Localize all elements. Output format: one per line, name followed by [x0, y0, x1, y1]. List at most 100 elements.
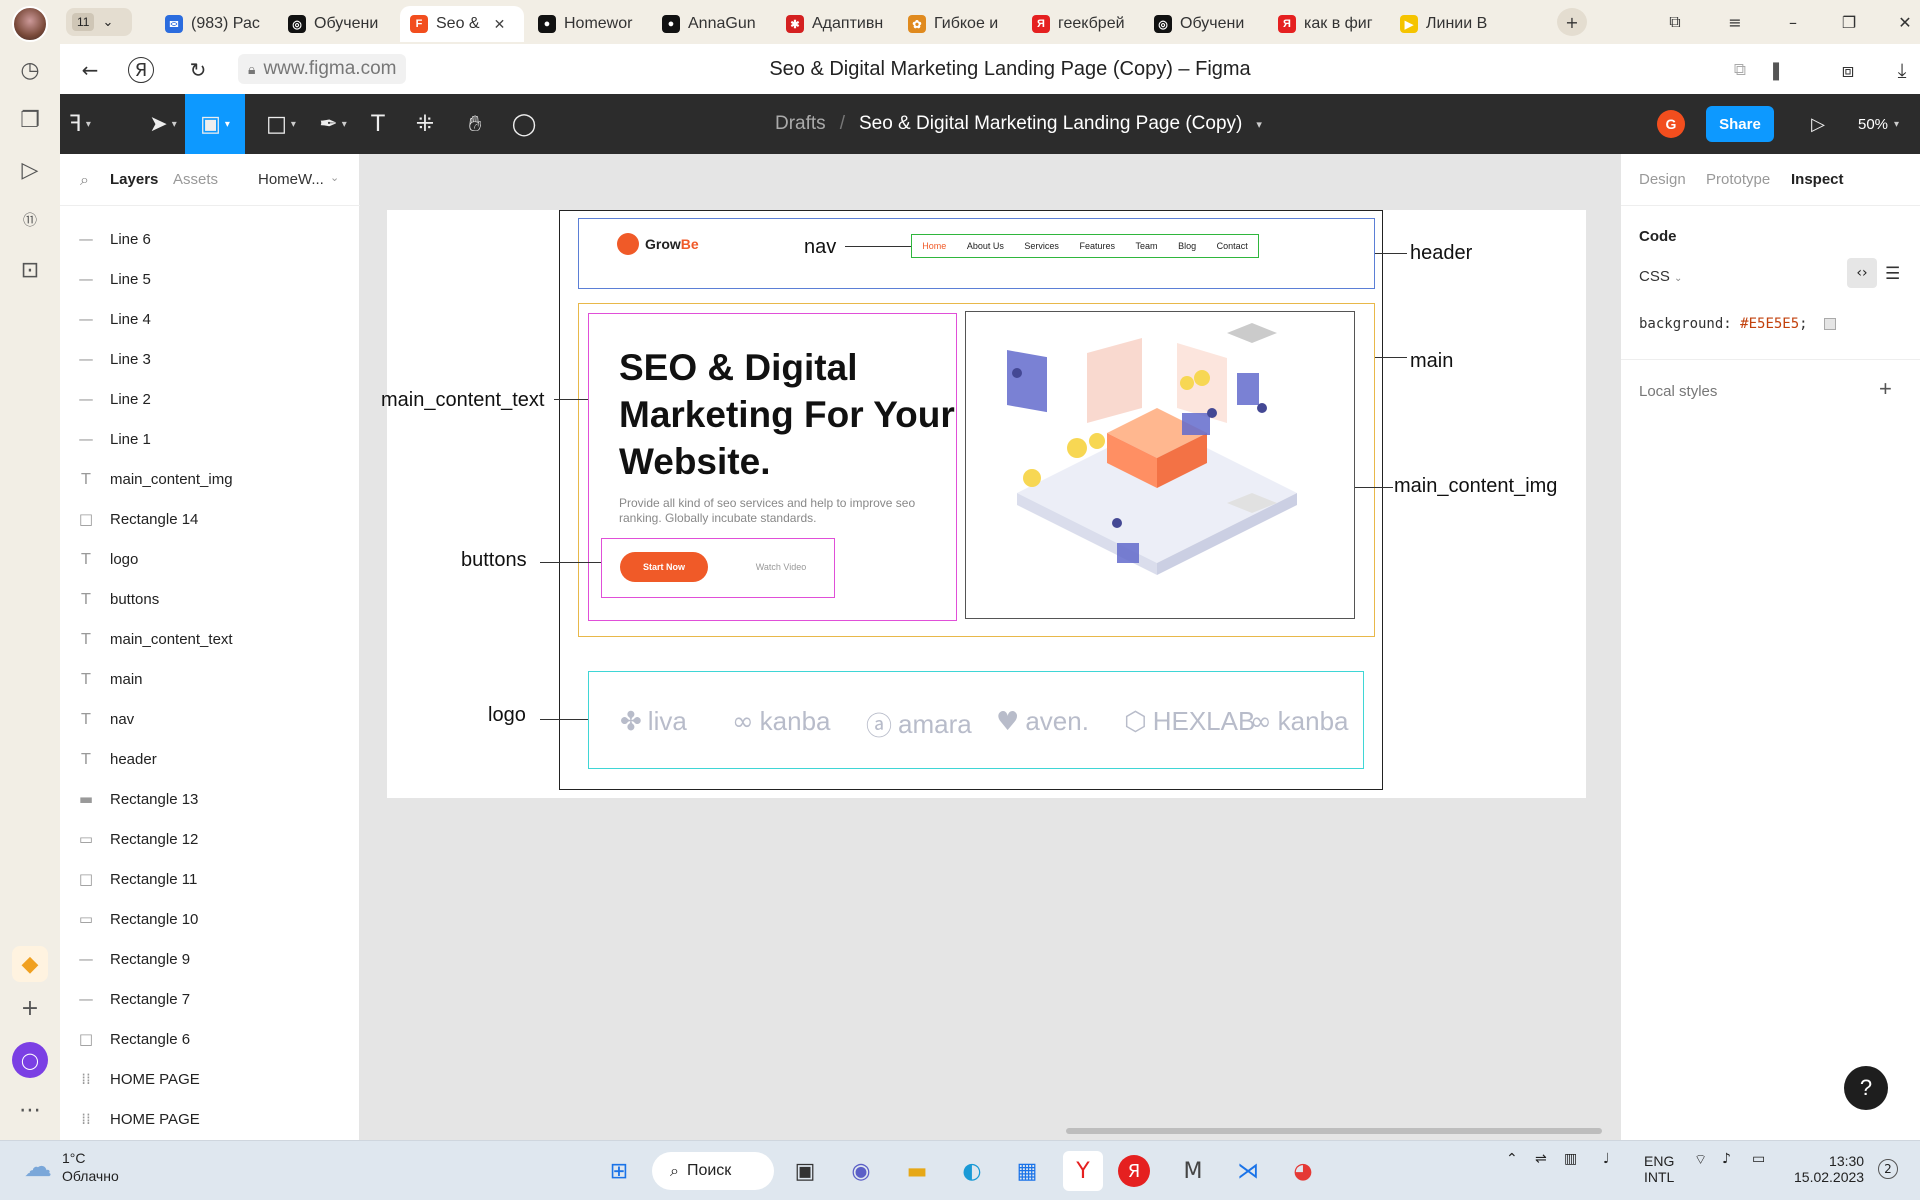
tabs-count-icon[interactable]: ⑪ — [12, 202, 48, 238]
tab-design[interactable]: Design — [1639, 171, 1686, 188]
tab-assets[interactable]: Assets — [173, 171, 218, 188]
close-window-icon[interactable]: ✕ — [1890, 8, 1920, 36]
layer-row[interactable]: — Line 1 — [60, 419, 360, 459]
horizontal-scrollbar[interactable] — [1066, 1128, 1602, 1134]
layer-row[interactable]: Tmain_content_img — [60, 459, 360, 499]
minimize-icon[interactable]: – — [1778, 8, 1808, 36]
pen-tool-icon[interactable]: ✒ ▾ — [310, 94, 356, 154]
collections-icon[interactable]: ❐ — [12, 102, 48, 138]
notifications-badge[interactable]: 2 — [1878, 1159, 1898, 1179]
figma-menu-icon[interactable]: ꟻ ▾ — [60, 94, 100, 154]
layer-row[interactable]: — Rectangle 7 — [60, 979, 360, 1019]
tab-item[interactable]: ● AnnaGun — [652, 6, 770, 42]
add-style-icon[interactable]: + — [1879, 376, 1892, 402]
alice-icon[interactable]: ◯ — [12, 1042, 48, 1078]
page-selector[interactable]: HomeW... — [258, 171, 324, 188]
layer-row[interactable]: — Line 6 — [60, 219, 360, 259]
present-icon[interactable]: ▷ — [1803, 94, 1833, 154]
tab-item[interactable]: ▶ Линии В — [1390, 6, 1508, 42]
nav-item[interactable]: Features — [1079, 241, 1115, 251]
layer-row[interactable]: ▭ Rectangle 12 — [60, 819, 360, 859]
nav-item[interactable]: About Us — [967, 241, 1004, 251]
notes-icon[interactable]: M — [1173, 1151, 1213, 1191]
share-button[interactable]: Share — [1706, 106, 1774, 142]
bookmark-icon[interactable]: ❚ — [1760, 54, 1792, 86]
nav-item[interactable]: Contact — [1217, 241, 1248, 251]
menu-icon[interactable]: ≡ — [1720, 8, 1750, 36]
chat-icon[interactable]: ◉ — [841, 1151, 881, 1191]
layer-row[interactable]: ▬ Rectangle 13 — [60, 779, 360, 819]
search-icon[interactable]: ⌕ — [80, 170, 89, 190]
layer-row[interactable]: Tmain_content_text — [60, 619, 360, 659]
yandex-icon[interactable]: Я — [1118, 1155, 1150, 1187]
chevron-down-icon[interactable]: ⌄ — [330, 171, 339, 184]
layer-row[interactable]: Theader — [60, 739, 360, 779]
language-indicator[interactable]: ENG INTL — [1644, 1153, 1674, 1185]
tab-inspect[interactable]: Inspect — [1791, 171, 1844, 188]
user-avatar[interactable]: G — [1657, 110, 1685, 138]
watch-video-button[interactable]: Watch Video — [752, 552, 810, 582]
layer-row[interactable]: Tbuttons — [60, 579, 360, 619]
edge-icon[interactable]: ◐ — [952, 1151, 992, 1191]
hand-tool-icon[interactable]: ✋︎ — [460, 94, 490, 154]
help-button[interactable]: ? — [1844, 1066, 1888, 1110]
wifi-icon[interactable]: ⌔ — [1694, 1151, 1707, 1169]
collections-icon[interactable]: ⧉ — [1660, 8, 1690, 36]
battery-icon[interactable]: ▭ — [1752, 1151, 1765, 1167]
close-tab-icon[interactable]: ✕ — [494, 16, 506, 33]
yandex-browser-icon[interactable]: Y — [1063, 1151, 1103, 1191]
new-tab-icon[interactable]: + — [1557, 8, 1587, 36]
layer-row[interactable]: Tmain — [60, 659, 360, 699]
layer-row[interactable]: ▭ Rectangle 10 — [60, 899, 360, 939]
search-button[interactable]: ⌕ Поиск — [652, 1152, 774, 1190]
microphone-icon[interactable]: ♩ — [1603, 1151, 1610, 1167]
nav-item[interactable]: Blog — [1178, 241, 1196, 251]
video-icon[interactable]: ▷ — [12, 152, 48, 188]
pen-icon[interactable]: ⇌ — [1535, 1151, 1547, 1167]
tab-item[interactable]: ◎ Обучени — [278, 6, 396, 42]
nav-item[interactable]: Team — [1136, 241, 1158, 251]
chrome-icon[interactable]: ◕ — [1283, 1151, 1323, 1191]
vscode-icon[interactable]: ⋊ — [1228, 1151, 1268, 1191]
file-explorer-icon[interactable]: ▬ — [897, 1151, 937, 1191]
download-icon[interactable]: ⤓ — [1886, 54, 1918, 86]
history-icon[interactable]: ◷ — [12, 52, 48, 88]
mail-app-icon[interactable]: ◆ — [12, 946, 48, 982]
layer-row[interactable]: □ Rectangle 14 — [60, 499, 360, 539]
start-icon[interactable]: ⊞ — [599, 1151, 639, 1191]
tab-item[interactable]: ✿ Гибкое и — [898, 6, 1016, 42]
layer-row[interactable]: — Line 2 — [60, 379, 360, 419]
tab-prototype[interactable]: Prototype — [1706, 171, 1770, 188]
nav-item[interactable]: Services — [1024, 241, 1059, 251]
layer-row[interactable]: — Rectangle 9 — [60, 939, 360, 979]
tab-item[interactable]: Якак в фиг — [1268, 6, 1386, 42]
layer-row[interactable]: — Line 4 — [60, 299, 360, 339]
restore-icon[interactable]: ❐ — [1834, 8, 1864, 36]
volume-icon[interactable]: ♪ — [1722, 1151, 1731, 1167]
layer-row[interactable]: Tnav — [60, 699, 360, 739]
comment-tool-icon[interactable]: ◯ — [509, 94, 539, 154]
tab-item[interactable]: ◎ Обучени — [1144, 6, 1262, 42]
pwa-icon[interactable]: ⧉ — [1724, 54, 1756, 86]
profile-avatar[interactable] — [12, 6, 48, 42]
store-icon[interactable]: ▦ — [1007, 1151, 1047, 1191]
more-icon[interactable]: ⋯ — [12, 1092, 48, 1128]
chevron-down-icon[interactable]: ▾ — [1256, 118, 1262, 131]
frame-tool-icon[interactable]: ▣ ▾ — [185, 94, 245, 154]
reading-icon[interactable]: ⧈ — [1832, 54, 1864, 86]
tab-layers[interactable]: Layers — [110, 171, 158, 188]
tab-counter[interactable]: 11 ⌄ — [66, 8, 132, 36]
layer-row[interactable]: □ Rectangle 11 — [60, 859, 360, 899]
list-view-icon[interactable]: ☰ — [1885, 264, 1900, 284]
tab-item[interactable]: ✱ Адаптивн — [776, 6, 894, 42]
resources-icon[interactable]: ⁜ — [410, 94, 440, 154]
language-select[interactable]: CSS ⌄ — [1639, 268, 1682, 285]
code-view-icon[interactable]: ‹› — [1847, 258, 1877, 288]
layer-row[interactable]: □ Rectangle 6 — [60, 1019, 360, 1059]
add-panel-icon[interactable]: + — [12, 990, 48, 1026]
task-view-icon[interactable]: ▣ — [785, 1151, 825, 1191]
zoom-control[interactable]: 50% ▾ — [1858, 94, 1899, 154]
breadcrumb-drafts[interactable]: Drafts — [775, 113, 826, 135]
layer-row[interactable]: ⁞⁞ HOME PAGE — [60, 1059, 360, 1099]
css-code[interactable]: background: #E5E5E5; — [1639, 316, 1837, 332]
